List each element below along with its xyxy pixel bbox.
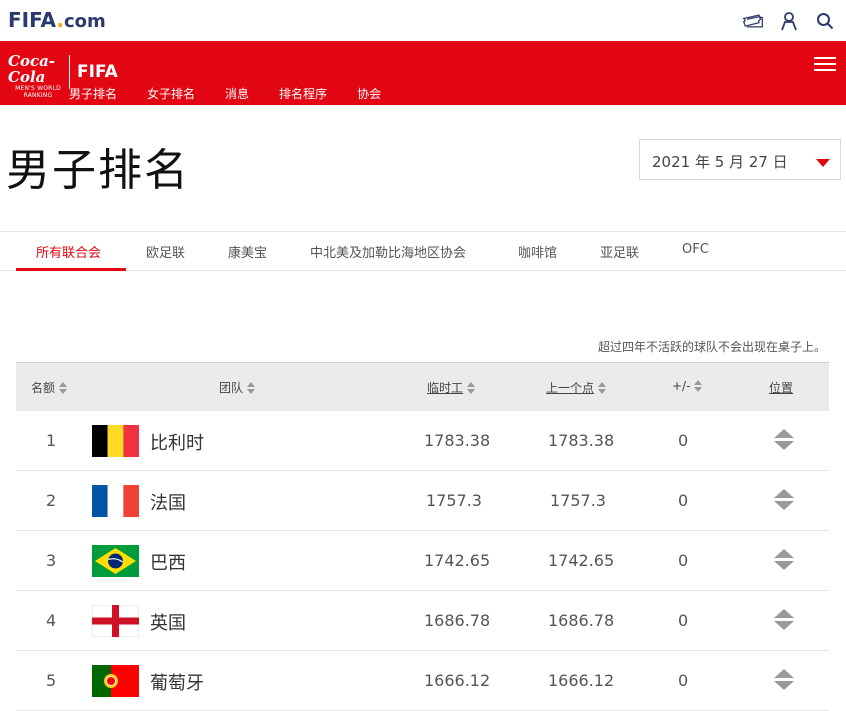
row-rank: 5	[46, 671, 57, 690]
header-diff-label: +/-	[672, 379, 691, 393]
search-icon[interactable]	[814, 10, 836, 32]
position-unchanged-icon	[774, 489, 794, 511]
row-diff: 0	[678, 671, 689, 690]
england-flag-icon	[92, 605, 139, 637]
position-unchanged-icon	[774, 429, 794, 451]
row-points: 1757.3	[426, 491, 482, 510]
row-previous: 1757.3	[550, 491, 606, 510]
nav-procedure[interactable]: 排名程序	[279, 85, 327, 108]
header-points-label: 临时工	[427, 381, 464, 395]
brazil-flag-icon	[92, 545, 139, 577]
sponsor-line2: RANKING	[23, 92, 53, 99]
sponsor-line1: MEN'S WORLD	[15, 85, 61, 92]
row-rank: 3	[46, 551, 57, 570]
row-diff: 0	[678, 491, 689, 510]
chevron-down-icon	[816, 159, 830, 167]
portugal-flag-icon	[92, 665, 139, 697]
confederation-tabs: 所有联合会 欧足联 康美宝 中北美及加勒比海地区协会 咖啡馆 亚足联 OFC	[0, 231, 846, 271]
row-points: 1742.65	[424, 551, 491, 570]
logo-divider	[69, 55, 70, 89]
nav-women-ranking[interactable]: 女子排名	[147, 85, 195, 108]
active-tab-indicator	[16, 268, 126, 271]
sort-icon	[59, 381, 68, 394]
coca-cola-sponsor-logo: Coca-Cola MEN'S WORLD RANKING	[8, 53, 68, 99]
menu-icon[interactable]	[814, 57, 836, 73]
table-row[interactable]: 3 巴西 1742.65 1742.65 0	[16, 531, 829, 591]
tab-ofc[interactable]: OFC	[682, 242, 709, 257]
page-title: 男子排名	[6, 145, 190, 196]
row-diff: 0	[678, 431, 689, 450]
row-previous: 1783.38	[548, 431, 615, 450]
header-rank[interactable]: 名额	[31, 379, 68, 396]
sort-icon	[467, 381, 476, 394]
sponsor-brand: Coca-Cola	[8, 52, 56, 86]
logo-com-text: com	[63, 11, 106, 32]
row-diff: 0	[678, 611, 689, 630]
sort-icon	[694, 380, 703, 392]
inactive-teams-note: 超过四年不活跃的球队不会出现在桌子上。	[597, 340, 826, 354]
row-rank: 4	[46, 611, 57, 630]
fifa-com-logo[interactable]: FIFA.com	[8, 8, 106, 32]
tab-caf[interactable]: 咖啡馆	[518, 242, 557, 261]
row-rank: 2	[46, 491, 57, 510]
row-team[interactable]: 英国	[150, 609, 186, 635]
main-nav: 男子排名 女子排名 消息 排名程序 协会	[69, 85, 411, 108]
row-points: 1686.78	[424, 611, 491, 630]
ticket-icon[interactable]	[742, 10, 764, 32]
header-position-label: 位置	[769, 381, 794, 395]
nav-associations[interactable]: 协会	[357, 85, 381, 108]
sort-icon	[247, 381, 256, 394]
position-unchanged-icon	[774, 549, 794, 571]
user-icon[interactable]	[778, 10, 800, 32]
tab-conmebol[interactable]: 康美宝	[228, 242, 267, 261]
nav-news[interactable]: 消息	[225, 85, 249, 108]
row-previous: 1666.12	[548, 671, 615, 690]
row-team[interactable]: 巴西	[150, 549, 186, 575]
belgium-flag-icon	[92, 425, 139, 457]
tab-afc[interactable]: 亚足联	[600, 242, 639, 261]
tab-uefa[interactable]: 欧足联	[146, 242, 185, 261]
header-team-label: 团队	[219, 381, 244, 395]
table-row[interactable]: 2 法国 1757.3 1757.3 0	[16, 471, 829, 531]
row-team[interactable]: 法国	[150, 489, 186, 515]
header-previous[interactable]: 上一个点	[546, 379, 607, 396]
date-value: 2021 年 5 月 27 日	[652, 153, 788, 171]
france-flag-icon	[92, 485, 139, 517]
header-position[interactable]: 位置	[769, 379, 793, 396]
row-rank: 1	[46, 431, 57, 450]
row-points: 1783.38	[424, 431, 491, 450]
table-row[interactable]: 1 比利时 1783.38 1783.38 0	[16, 411, 829, 471]
row-team[interactable]: 葡萄牙	[150, 669, 204, 695]
row-team[interactable]: 比利时	[150, 429, 204, 455]
ranking-nav-bar: Coca-Cola MEN'S WORLD RANKING FIFA 男子排名 …	[0, 41, 846, 108]
fifa-small-logo: FIFA	[77, 62, 118, 82]
logo-fifa-text: FIFA	[8, 8, 57, 32]
header-rank-label: 名额	[31, 381, 56, 395]
nav-men-ranking[interactable]: 男子排名	[69, 85, 118, 108]
date-dropdown[interactable]: 2021 年 5 月 27 日	[639, 139, 841, 180]
header-team[interactable]: 团队	[219, 379, 256, 396]
position-unchanged-icon	[774, 609, 794, 631]
logo-dot: .	[56, 8, 64, 32]
row-points: 1666.12	[424, 671, 491, 690]
header-icons	[742, 10, 836, 32]
row-previous: 1742.65	[548, 551, 615, 570]
table-row[interactable]: 5 葡萄牙 1666.12 1666.12 0	[16, 651, 829, 711]
sort-icon	[598, 381, 607, 394]
top-header: FIFA.com	[0, 0, 846, 41]
row-diff: 0	[678, 551, 689, 570]
position-unchanged-icon	[774, 669, 794, 691]
table-header: 名额 团队 临时工 上一个点 +/- 位置	[16, 362, 829, 411]
table-row[interactable]: 4 英国 1686.78 1686.78 0	[16, 591, 829, 651]
header-previous-label: 上一个点	[546, 381, 595, 395]
header-diff[interactable]: +/-	[672, 379, 703, 393]
row-previous: 1686.78	[548, 611, 615, 630]
header-points[interactable]: 临时工	[427, 379, 476, 396]
tab-all[interactable]: 所有联合会	[36, 242, 101, 261]
tab-concacaf[interactable]: 中北美及加勒比海地区协会	[310, 242, 466, 261]
